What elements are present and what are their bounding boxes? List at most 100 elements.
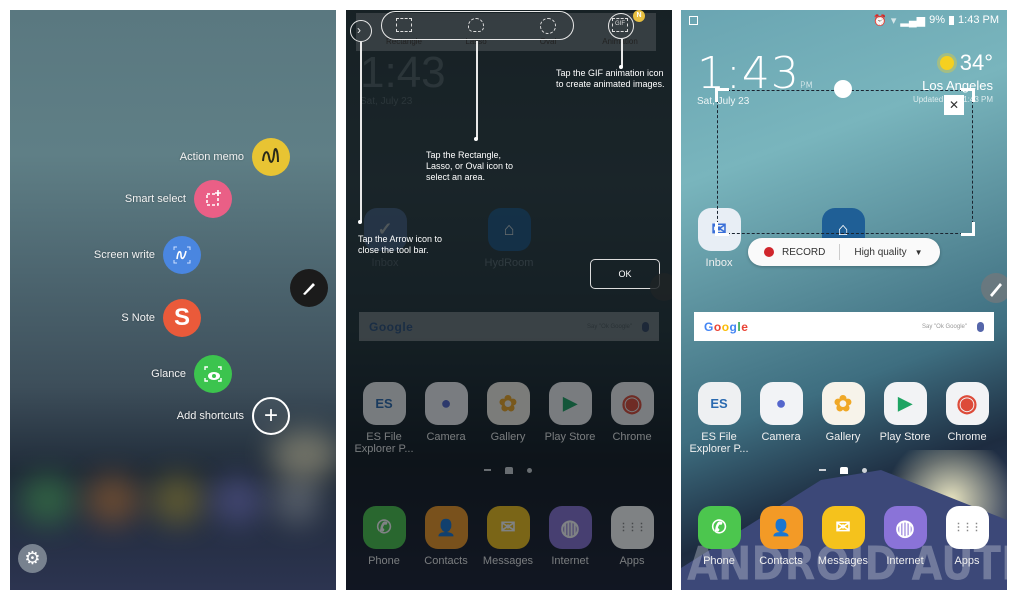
recording-area-selection[interactable]: [717, 90, 973, 234]
action-memo-icon: [252, 138, 290, 176]
side-pen-handle[interactable]: [981, 273, 1007, 303]
smart-select-icon: [194, 180, 232, 218]
phone-icon: ✆: [697, 506, 741, 549]
menu-item-screen-write[interactable]: Screen write: [94, 236, 201, 274]
dock-messages[interactable]: ✉ Messages: [812, 506, 874, 567]
menu-item-action-memo[interactable]: Action memo: [180, 138, 290, 176]
add-shortcuts-button[interactable]: Add shortcuts +: [177, 397, 290, 435]
new-badge: N: [633, 10, 645, 22]
app-es-file-explorer[interactable]: ES ES File Explorer P...: [688, 382, 750, 455]
google-hint: Say "Ok Google": [922, 323, 967, 330]
app-label: Apps: [954, 555, 980, 567]
wifi-icon: ▾: [890, 14, 897, 27]
play-store-icon: ▶: [883, 382, 927, 425]
plus-icon: +: [252, 397, 290, 435]
app-label: Play Store: [879, 431, 931, 443]
page-dot: [862, 468, 867, 473]
select-tip-dot: [474, 137, 478, 141]
side-pen-handle[interactable]: [650, 273, 672, 301]
add-shortcuts-label: Add shortcuts: [176, 410, 244, 422]
pen-icon: [990, 283, 1002, 297]
gallery-icon: ✿: [821, 382, 865, 425]
camera-icon: ●: [759, 382, 803, 425]
menu-item-glance[interactable]: Glance: [151, 355, 232, 393]
divider: [839, 244, 841, 260]
dock-phone[interactable]: ✆ Phone: [688, 506, 750, 567]
tutorial-overlay: [346, 10, 672, 590]
app-gallery[interactable]: ✿ Gallery: [812, 382, 874, 443]
app-camera[interactable]: ● Camera: [750, 382, 812, 443]
alarm-icon: ⏰: [873, 14, 887, 27]
es-file-icon: ES: [697, 382, 741, 425]
arrow-tip-line: [360, 42, 362, 222]
app-label: Chrome: [947, 431, 987, 443]
menu-item-s-note[interactable]: S Note S: [121, 299, 201, 337]
weather-temp: 34°: [959, 50, 993, 75]
smart-select-tutorial-panel: 1:43 Sat, July 23 ✓ Inbox ⌂ HydRoom Goog…: [346, 10, 672, 590]
settings-button[interactable]: ⚙: [18, 544, 47, 573]
apps-list-indicator: [819, 468, 826, 473]
apps-grid-icon: ⋮⋮⋮: [945, 506, 989, 549]
quality-dropdown[interactable]: High quality: [854, 247, 906, 258]
blurred-phone-app: [20, 475, 75, 525]
page-indicator: [819, 467, 867, 474]
menu-item-label: S Note: [121, 312, 155, 324]
app-play-store[interactable]: ▶ Play Store: [874, 382, 936, 443]
app-label: Phone: [703, 555, 735, 567]
move-handle[interactable]: [834, 80, 852, 98]
chevron-down-icon[interactable]: ▼: [915, 248, 923, 257]
app-label: Inbox: [705, 257, 733, 269]
gear-icon: ⚙: [24, 548, 41, 568]
glance-icon: [194, 355, 232, 393]
status-bar: ⏰ ▾ ▂▄▆ 9% 1:43 PM: [681, 10, 1007, 30]
app-chrome[interactable]: ◉ Chrome: [936, 382, 998, 443]
blurred-messages-app: [150, 475, 205, 525]
air-command-pen-button[interactable]: [290, 269, 328, 307]
record-button[interactable]: RECORD: [782, 247, 825, 258]
resize-handle-bottom-right[interactable]: [961, 222, 975, 236]
mic-icon[interactable]: [977, 321, 984, 332]
resize-handle-bottom-left[interactable]: [715, 222, 729, 236]
pen-icon: [303, 283, 315, 295]
air-command-panel: Action memo Smart select Screen write S …: [10, 10, 336, 590]
blurred-contacts-app: [85, 475, 140, 525]
battery-percent: 9%: [929, 14, 946, 26]
google-search-bar[interactable]: Google Say "Ok Google": [694, 312, 994, 341]
close-arrow-button[interactable]: ›: [350, 20, 372, 42]
screenshot-notification-icon: [689, 15, 698, 25]
resize-handle-top-left[interactable]: [715, 88, 729, 102]
close-selection-button[interactable]: ✕: [944, 95, 964, 115]
select-tools-highlight: [381, 11, 574, 40]
app-label: Messages: [817, 555, 869, 567]
select-tip-text: Tap the Rectangle, Lasso, or Oval icon t…: [426, 150, 514, 182]
blurred-internet-app: [210, 475, 265, 525]
blurred-wallpaper-light: [270, 430, 336, 480]
dock-internet[interactable]: ◍ Internet: [874, 506, 936, 567]
gif-tip-text: Tap the GIF animation icon to create ani…: [556, 68, 665, 89]
blurred-apps-button: [272, 475, 322, 525]
internet-icon: ◍: [883, 506, 927, 549]
menu-item-label: Screen write: [93, 249, 155, 261]
dock-contacts[interactable]: 👤 Contacts: [750, 506, 812, 567]
record-dot-icon: [764, 247, 774, 257]
gif-highlight: [608, 13, 634, 39]
app-label: Contacts: [759, 555, 803, 567]
chevron-right-icon: ›: [357, 23, 361, 37]
app-label: Gallery: [825, 431, 861, 443]
gif-record-panel: ⏰ ▾ ▂▄▆ 9% 1:43 PM 1:43PM Sat, July 23 3…: [681, 10, 1007, 590]
screen-write-icon: [163, 236, 201, 274]
arrow-tip-dot: [358, 220, 362, 224]
menu-item-smart-select[interactable]: Smart select: [125, 180, 232, 218]
menu-item-label: Action memo: [179, 151, 244, 163]
dock-apps[interactable]: ⋮⋮⋮ Apps: [936, 506, 998, 567]
close-icon: ✕: [948, 98, 960, 112]
record-toolbar: RECORD High quality ▼: [748, 238, 940, 266]
battery-icon: [949, 15, 955, 25]
arrow-tip-text: Tap the Arrow icon to close the tool bar…: [358, 234, 443, 255]
select-tip-line: [476, 41, 478, 139]
app-label: ES File Explorer P...: [689, 431, 749, 455]
gif-tip-line: [621, 39, 623, 67]
app-label: Internet: [886, 555, 924, 567]
google-logo: Google: [704, 319, 749, 334]
menu-item-label: Smart select: [124, 193, 186, 205]
